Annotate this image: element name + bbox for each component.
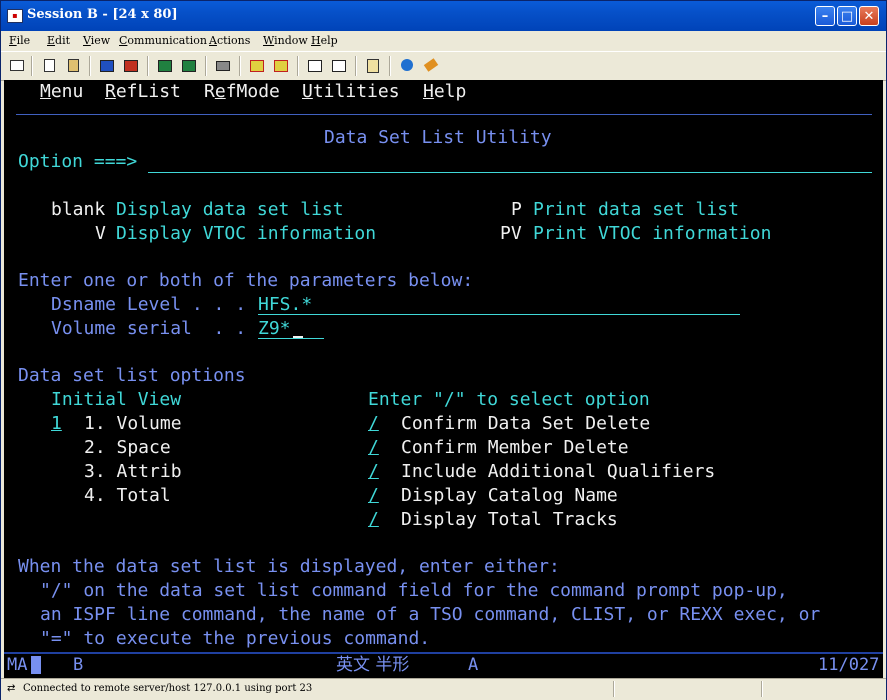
- menu-view[interactable]: View: [83, 34, 110, 47]
- toolbar-separator: [205, 56, 207, 76]
- select-option-label: Include Additional Qualifiers: [401, 461, 716, 482]
- oia-status-block: [31, 656, 41, 674]
- help-text: an ISPF line command, the name of a TSO …: [40, 604, 821, 625]
- send-icon[interactable]: [97, 56, 117, 74]
- actionbar-utilities[interactable]: Utilities: [302, 80, 400, 104]
- status-separator: [613, 681, 615, 697]
- options-header: Data set list options: [18, 365, 246, 386]
- connection-icon: ⇄: [7, 683, 16, 694]
- actionbar-help[interactable]: Help: [423, 80, 466, 104]
- close-button[interactable]: ✕: [859, 6, 879, 26]
- text-cursor: [293, 336, 303, 338]
- toolbar: [1, 51, 886, 81]
- color-map-icon[interactable]: [179, 56, 199, 74]
- volume-label: Volume serial . .: [51, 318, 247, 339]
- toolbar-separator: [389, 56, 391, 76]
- menu-edit[interactable]: Edit: [47, 34, 70, 47]
- params-header: Enter one or both of the parameters belo…: [18, 270, 474, 291]
- macro-play-icon[interactable]: [271, 56, 291, 74]
- status-separator: [761, 681, 763, 697]
- oia-cursor-position: 11/027: [818, 655, 880, 675]
- help-text: When the data set list is displayed, ent…: [18, 556, 560, 577]
- toolbar-separator: [31, 56, 33, 76]
- select-label: Enter "/" to select option: [368, 389, 650, 410]
- select-field[interactable]: /: [368, 484, 379, 508]
- toolbar-separator: [239, 56, 241, 76]
- menu-communication[interactable]: Communication: [119, 34, 207, 47]
- select-option-label: Confirm Member Delete: [401, 437, 629, 458]
- action-pv-key: PV: [500, 223, 522, 244]
- select-field[interactable]: /: [368, 460, 379, 484]
- title-bar[interactable]: ▪ Session B - [24 x 80] – □ ✕: [1, 1, 886, 31]
- clipboard-icon[interactable]: [363, 56, 383, 74]
- initial-view-label: Initial View: [51, 389, 182, 410]
- actionbar-refmode[interactable]: RefMode: [204, 80, 280, 104]
- select-option-label: Confirm Data Set Delete: [401, 413, 651, 434]
- oia-mode: A: [468, 655, 479, 675]
- menu-actions[interactable]: Actions: [209, 34, 250, 47]
- oia-session: B: [73, 655, 84, 675]
- toolbar-separator: [89, 56, 91, 76]
- menu-window[interactable]: Window: [263, 34, 308, 47]
- keyboard-map-icon[interactable]: [213, 56, 233, 74]
- operator-info-area: MA B 英文 半形 A 11/027: [4, 652, 883, 678]
- toolbar-separator: [297, 56, 299, 76]
- dsname-field-underline: [258, 314, 740, 315]
- dsname-label: Dsname Level . . .: [51, 294, 247, 315]
- view-option-attrib: 3. Attrib: [84, 461, 182, 482]
- action-blank-key: blank: [51, 199, 106, 220]
- help-text: "=" to execute the previous command.: [40, 628, 431, 649]
- action-blank-desc: Display data set list: [116, 199, 344, 220]
- quick-macro-icon[interactable]: [247, 56, 267, 74]
- action-v-desc: Display VTOC information: [116, 223, 377, 244]
- help-text: "/" on the data set list command field f…: [40, 580, 788, 601]
- window-title: Session B - [24 x 80]: [27, 7, 178, 22]
- status-bar: ⇄ Connected to remote server/host 127.0.…: [1, 678, 886, 700]
- view-option-total: 4. Total: [84, 485, 171, 506]
- oia-ime: 英文 半形: [336, 655, 410, 675]
- toolbar-separator: [147, 56, 149, 76]
- toolbar-separator: [355, 56, 357, 76]
- app-icon[interactable]: ▪: [7, 9, 23, 23]
- stop-macro-icon[interactable]: [329, 56, 349, 74]
- view-option-volume: 1. Volume: [84, 413, 182, 434]
- actionbar-menu[interactable]: Menu: [40, 80, 83, 104]
- support-icon[interactable]: [421, 56, 441, 74]
- menu-file[interactable]: File: [9, 34, 30, 47]
- paste-icon[interactable]: [63, 56, 83, 74]
- option-prompt: Option ===>: [18, 151, 138, 172]
- action-p-key: P: [511, 199, 522, 220]
- action-v-key: V: [95, 223, 106, 244]
- actionbar-reflist[interactable]: RefList: [105, 80, 181, 104]
- volume-field-underline: [258, 338, 324, 339]
- select-field[interactable]: /: [368, 508, 379, 532]
- receive-icon[interactable]: [121, 56, 141, 74]
- print-screen-icon[interactable]: [7, 56, 27, 74]
- copy-icon[interactable]: [39, 56, 59, 74]
- menu-help[interactable]: Help: [311, 34, 338, 47]
- record-macro-icon[interactable]: [305, 56, 325, 74]
- maximize-button[interactable]: □: [837, 6, 857, 26]
- menu-bar: File Edit View Communication Actions Win…: [1, 31, 886, 51]
- help-icon[interactable]: [397, 56, 417, 74]
- view-option-space: 2. Space: [84, 437, 171, 458]
- display-icon[interactable]: [155, 56, 175, 74]
- select-option-label: Display Total Tracks: [401, 509, 618, 530]
- status-text: Connected to remote server/host 127.0.0.…: [23, 683, 313, 694]
- terminal-window: ▪ Session B - [24 x 80] – □ ✕ File Edit …: [0, 0, 887, 700]
- initial-view-field[interactable]: 1: [51, 412, 62, 436]
- action-p-desc: Print data set list: [533, 199, 739, 220]
- select-option-label: Display Catalog Name: [401, 485, 618, 506]
- terminal-screen[interactable]: Menu RefList RefMode Utilities Help Data…: [4, 80, 883, 652]
- select-field[interactable]: /: [368, 412, 379, 436]
- action-pv-desc: Print VTOC information: [533, 223, 772, 244]
- actionbar-divider: [16, 114, 872, 115]
- panel-title: Data Set List Utility: [324, 127, 552, 148]
- select-field[interactable]: /: [368, 436, 379, 460]
- minimize-button[interactable]: –: [815, 6, 835, 26]
- option-input[interactable]: [148, 172, 872, 173]
- oia-ma: MA: [7, 655, 28, 675]
